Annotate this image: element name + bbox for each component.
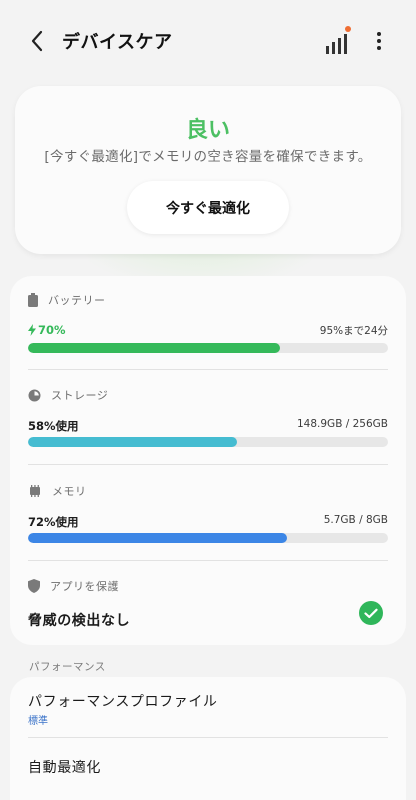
memory-progress-fill bbox=[28, 533, 288, 543]
storage-pie-icon bbox=[28, 389, 41, 401]
memory-capacity: 5.7GB / 8GB bbox=[323, 514, 388, 526]
storage-label: ストレージ bbox=[51, 389, 109, 402]
memory-label: メモリ bbox=[52, 485, 87, 498]
status-label: 良い bbox=[185, 118, 230, 143]
top-app-bar: デバイスケア bbox=[0, 0, 416, 84]
storage-progress-track bbox=[28, 437, 388, 447]
app-protection-section[interactable]: アプリを保護 bbox=[10, 561, 406, 645]
resource-card: バッテリー 70% 95%まで24分 ストレージ 58%使用 148.9GB /… bbox=[10, 276, 406, 645]
battery-percent: 70% bbox=[38, 323, 66, 337]
memory-chip-icon bbox=[30, 485, 40, 497]
performance-card: パフォーマンスプロファイル 標準 自動最適化 bbox=[10, 677, 406, 800]
storage-usage: 58%使用 bbox=[28, 419, 79, 433]
performance-profile-item[interactable]: パフォーマンスプロファイル 標準 bbox=[28, 691, 388, 737]
battery-progress-track bbox=[28, 343, 388, 353]
checkmark-icon bbox=[359, 601, 383, 625]
battery-progress-fill bbox=[28, 343, 280, 353]
battery-charge-time: 95%まで24分 bbox=[319, 325, 388, 337]
optimize-now-button[interactable]: 今すぐ最適化 bbox=[127, 181, 289, 234]
battery-section[interactable]: バッテリー 70% 95%まで24分 bbox=[10, 276, 406, 368]
shield-icon bbox=[28, 579, 40, 593]
storage-section[interactable]: ストレージ 58%使用 148.9GB / 256GB bbox=[10, 370, 406, 464]
divider bbox=[28, 737, 388, 738]
performance-profile-value: 標準 bbox=[28, 716, 48, 727]
memory-usage: 72%使用 bbox=[28, 515, 79, 529]
battery-label: バッテリー bbox=[48, 294, 106, 307]
memory-progress-track bbox=[28, 533, 388, 543]
signal-bars-icon bbox=[326, 34, 347, 54]
more-options-button[interactable] bbox=[366, 26, 392, 56]
protection-status: 脅威の検出なし bbox=[28, 613, 131, 629]
performance-section-header: パフォーマンス bbox=[29, 661, 106, 673]
battery-icon bbox=[28, 293, 38, 307]
charging-bolt-icon bbox=[28, 324, 36, 336]
memory-section[interactable]: メモリ 72%使用 5.7GB / 8GB bbox=[10, 465, 406, 560]
back-arrow-icon bbox=[31, 30, 43, 52]
more-vertical-icon bbox=[377, 32, 381, 50]
storage-capacity: 148.9GB / 256GB bbox=[297, 418, 388, 430]
performance-profile-title: パフォーマンスプロファイル bbox=[28, 694, 218, 710]
storage-progress-fill bbox=[28, 437, 237, 447]
app-protection-label: アプリを保護 bbox=[50, 580, 119, 593]
notification-dot bbox=[345, 26, 351, 32]
signal-button[interactable] bbox=[322, 26, 352, 56]
auto-optimize-item[interactable]: 自動最適化 bbox=[28, 757, 101, 777]
page-title: デバイスケア bbox=[62, 32, 173, 53]
status-description: [今すぐ最適化]でメモリの空き容量を確保できます。 bbox=[44, 149, 372, 165]
back-button[interactable] bbox=[22, 26, 52, 56]
